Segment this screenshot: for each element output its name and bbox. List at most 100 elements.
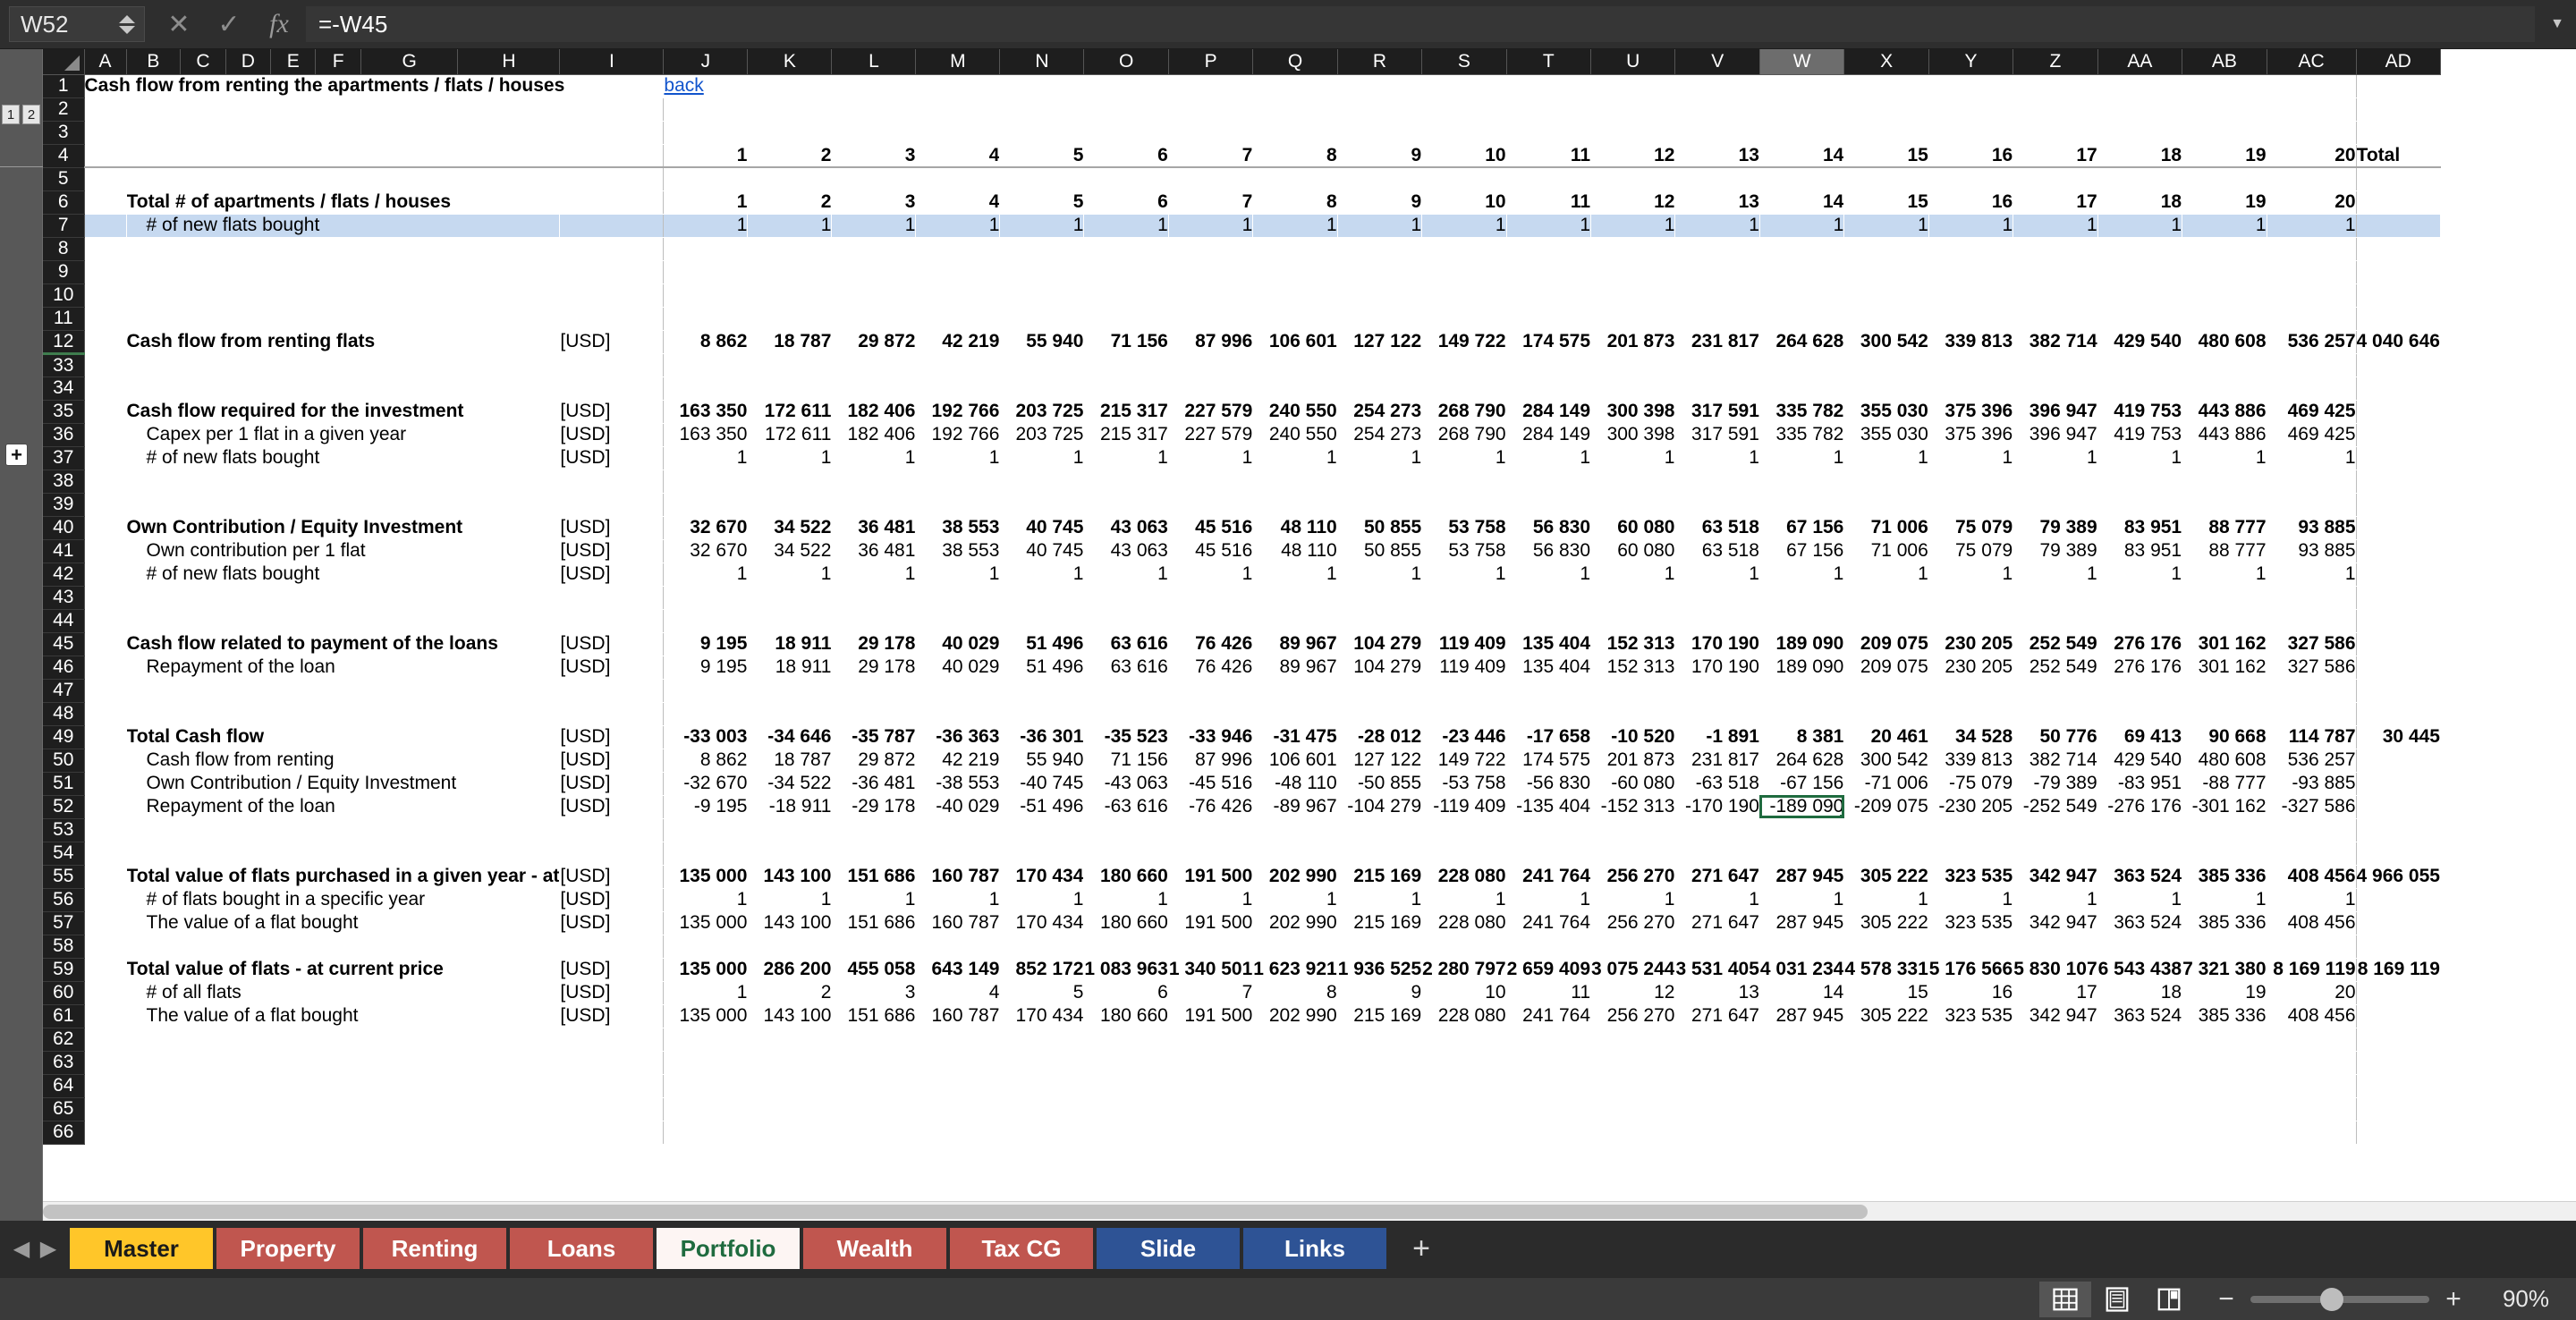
table-row[interactable]: 45 Cash flow related to payment of the lo… [43, 632, 2441, 656]
cell-value[interactable]: -23 446 [1421, 725, 1507, 749]
cell-empty[interactable] [1674, 1074, 1760, 1098]
cell-empty[interactable] [915, 377, 1001, 401]
cell-empty[interactable] [1168, 935, 1254, 959]
cell-label[interactable]: Repayment of the loan [126, 656, 561, 680]
cell-value[interactable]: 1 [663, 446, 749, 470]
cell-empty[interactable] [180, 144, 226, 168]
cell-value[interactable]: 1 [1843, 446, 1929, 470]
row-header-42[interactable]: 42 [43, 563, 85, 587]
cell-empty[interactable] [2182, 74, 2267, 98]
cell-empty[interactable] [1843, 470, 1929, 494]
cell-empty[interactable] [457, 493, 561, 517]
cell-empty[interactable] [1590, 237, 1676, 261]
cell-value[interactable]: 1 [2012, 563, 2098, 587]
row-header-55[interactable]: 55 [43, 865, 85, 889]
cell-value[interactable]: 215 169 [1337, 1004, 1423, 1028]
cell-empty[interactable] [999, 1028, 1085, 1052]
cell-empty[interactable] [360, 586, 459, 610]
cell-empty[interactable] [180, 97, 226, 122]
cell-value[interactable]: 335 782 [1759, 400, 1845, 424]
cell-empty[interactable] [2356, 283, 2441, 308]
cell-value[interactable]: 342 947 [2012, 865, 2098, 889]
cell-value[interactable]: -43 063 [1083, 772, 1169, 796]
cell-empty[interactable] [225, 1097, 272, 1121]
cell-value[interactable]: 408 456 [2267, 911, 2357, 935]
cell-value[interactable]: 18 787 [747, 330, 833, 354]
cell-empty[interactable] [84, 353, 127, 377]
cell-empty[interactable] [1168, 1051, 1254, 1075]
cell-empty[interactable] [999, 935, 1085, 959]
cell-value[interactable]: 40 745 [999, 539, 1085, 563]
cell-empty[interactable] [2356, 1051, 2441, 1075]
cell-value[interactable]: 385 336 [2182, 911, 2267, 935]
cell-empty[interactable] [360, 609, 459, 633]
cell-label[interactable]: [USD] [559, 772, 665, 796]
cell-value[interactable]: 10 [1421, 981, 1507, 1005]
cell-empty[interactable] [2356, 190, 2441, 215]
cell-label[interactable]: [USD] [559, 725, 665, 749]
outline-level-1-button[interactable]: 1 [2, 105, 20, 124]
cell-value[interactable]: 1 [1168, 446, 1254, 470]
cell-value[interactable]: 1 [1843, 214, 1929, 238]
cell-value[interactable]: 16 [1928, 190, 2014, 215]
cell-empty[interactable] [2356, 74, 2441, 98]
cell-value[interactable]: 1 [1337, 446, 1423, 470]
cell-empty[interactable] [1421, 818, 1507, 842]
cell-empty[interactable] [915, 283, 1001, 308]
cell-empty[interactable] [559, 144, 665, 168]
row-header-40[interactable]: 40 [43, 516, 85, 540]
cell-value[interactable]: 135 404 [1506, 632, 1592, 656]
cell-value[interactable]: -230 205 [1928, 795, 2014, 819]
cell-label[interactable]: # of all flats [126, 981, 561, 1005]
cell-empty[interactable] [915, 121, 1001, 145]
cell-value[interactable]: -36 301 [999, 725, 1085, 749]
cell-empty[interactable] [1337, 97, 1423, 122]
cell-empty[interactable] [2097, 260, 2183, 284]
cell-empty[interactable] [457, 818, 561, 842]
cell-empty[interactable] [360, 144, 459, 168]
cell-empty[interactable] [225, 609, 272, 633]
cell-empty[interactable] [84, 493, 127, 517]
sheet-tab-renting[interactable]: Renting [363, 1228, 506, 1269]
cell-empty[interactable] [2182, 470, 2267, 494]
row-header-48[interactable]: 48 [43, 702, 85, 726]
cell-label[interactable]: [USD] [559, 981, 665, 1005]
cell-empty[interactable] [84, 144, 127, 168]
close-icon[interactable]: ✕ [154, 4, 204, 44]
cell-empty[interactable] [747, 1097, 833, 1121]
cell-value[interactable]: 1 [747, 446, 833, 470]
cell-empty[interactable] [559, 1121, 665, 1145]
cell-label[interactable]: [USD] [559, 446, 665, 470]
cell-empty[interactable] [84, 1051, 127, 1075]
cell-value[interactable]: 301 162 [2182, 656, 2267, 680]
cell-value[interactable]: 3 [831, 144, 917, 168]
cell-value[interactable]: 4 [915, 144, 1001, 168]
cell-empty[interactable] [180, 470, 226, 494]
cell-label[interactable]: Capex per 1 flat in a given year [126, 423, 561, 447]
cell-empty[interactable] [1168, 1028, 1254, 1052]
cell-empty[interactable] [1168, 586, 1254, 610]
cell-empty[interactable] [1168, 121, 1254, 145]
cell-empty[interactable] [1759, 818, 1845, 842]
cell-empty[interactable] [2356, 842, 2441, 866]
cell-value[interactable]: 18 787 [747, 749, 833, 773]
cell-label[interactable]: [USD] [559, 539, 665, 563]
cell-empty[interactable] [1083, 283, 1169, 308]
cell-empty[interactable] [663, 818, 749, 842]
cell-empty[interactable] [1759, 74, 1845, 98]
row-header-7[interactable]: 7 [43, 214, 85, 238]
cell-value[interactable]: 1 [2097, 214, 2183, 238]
cell-empty[interactable] [2356, 586, 2441, 610]
cell-empty[interactable] [457, 1121, 561, 1145]
cell-empty[interactable] [84, 865, 127, 889]
cell-value[interactable]: 50 855 [1337, 516, 1423, 540]
cell-value[interactable]: 55 940 [999, 749, 1085, 773]
cell-empty[interactable] [457, 377, 561, 401]
cell-value[interactable]: 300 398 [1590, 423, 1676, 447]
cell-value[interactable]: 135 000 [663, 1004, 749, 1028]
cell-empty[interactable] [360, 702, 459, 726]
cell-empty[interactable] [1337, 818, 1423, 842]
cell-empty[interactable] [663, 377, 749, 401]
cell-label[interactable]: # of new flats bought [126, 214, 561, 238]
cell-value[interactable]: 1 [1674, 446, 1760, 470]
